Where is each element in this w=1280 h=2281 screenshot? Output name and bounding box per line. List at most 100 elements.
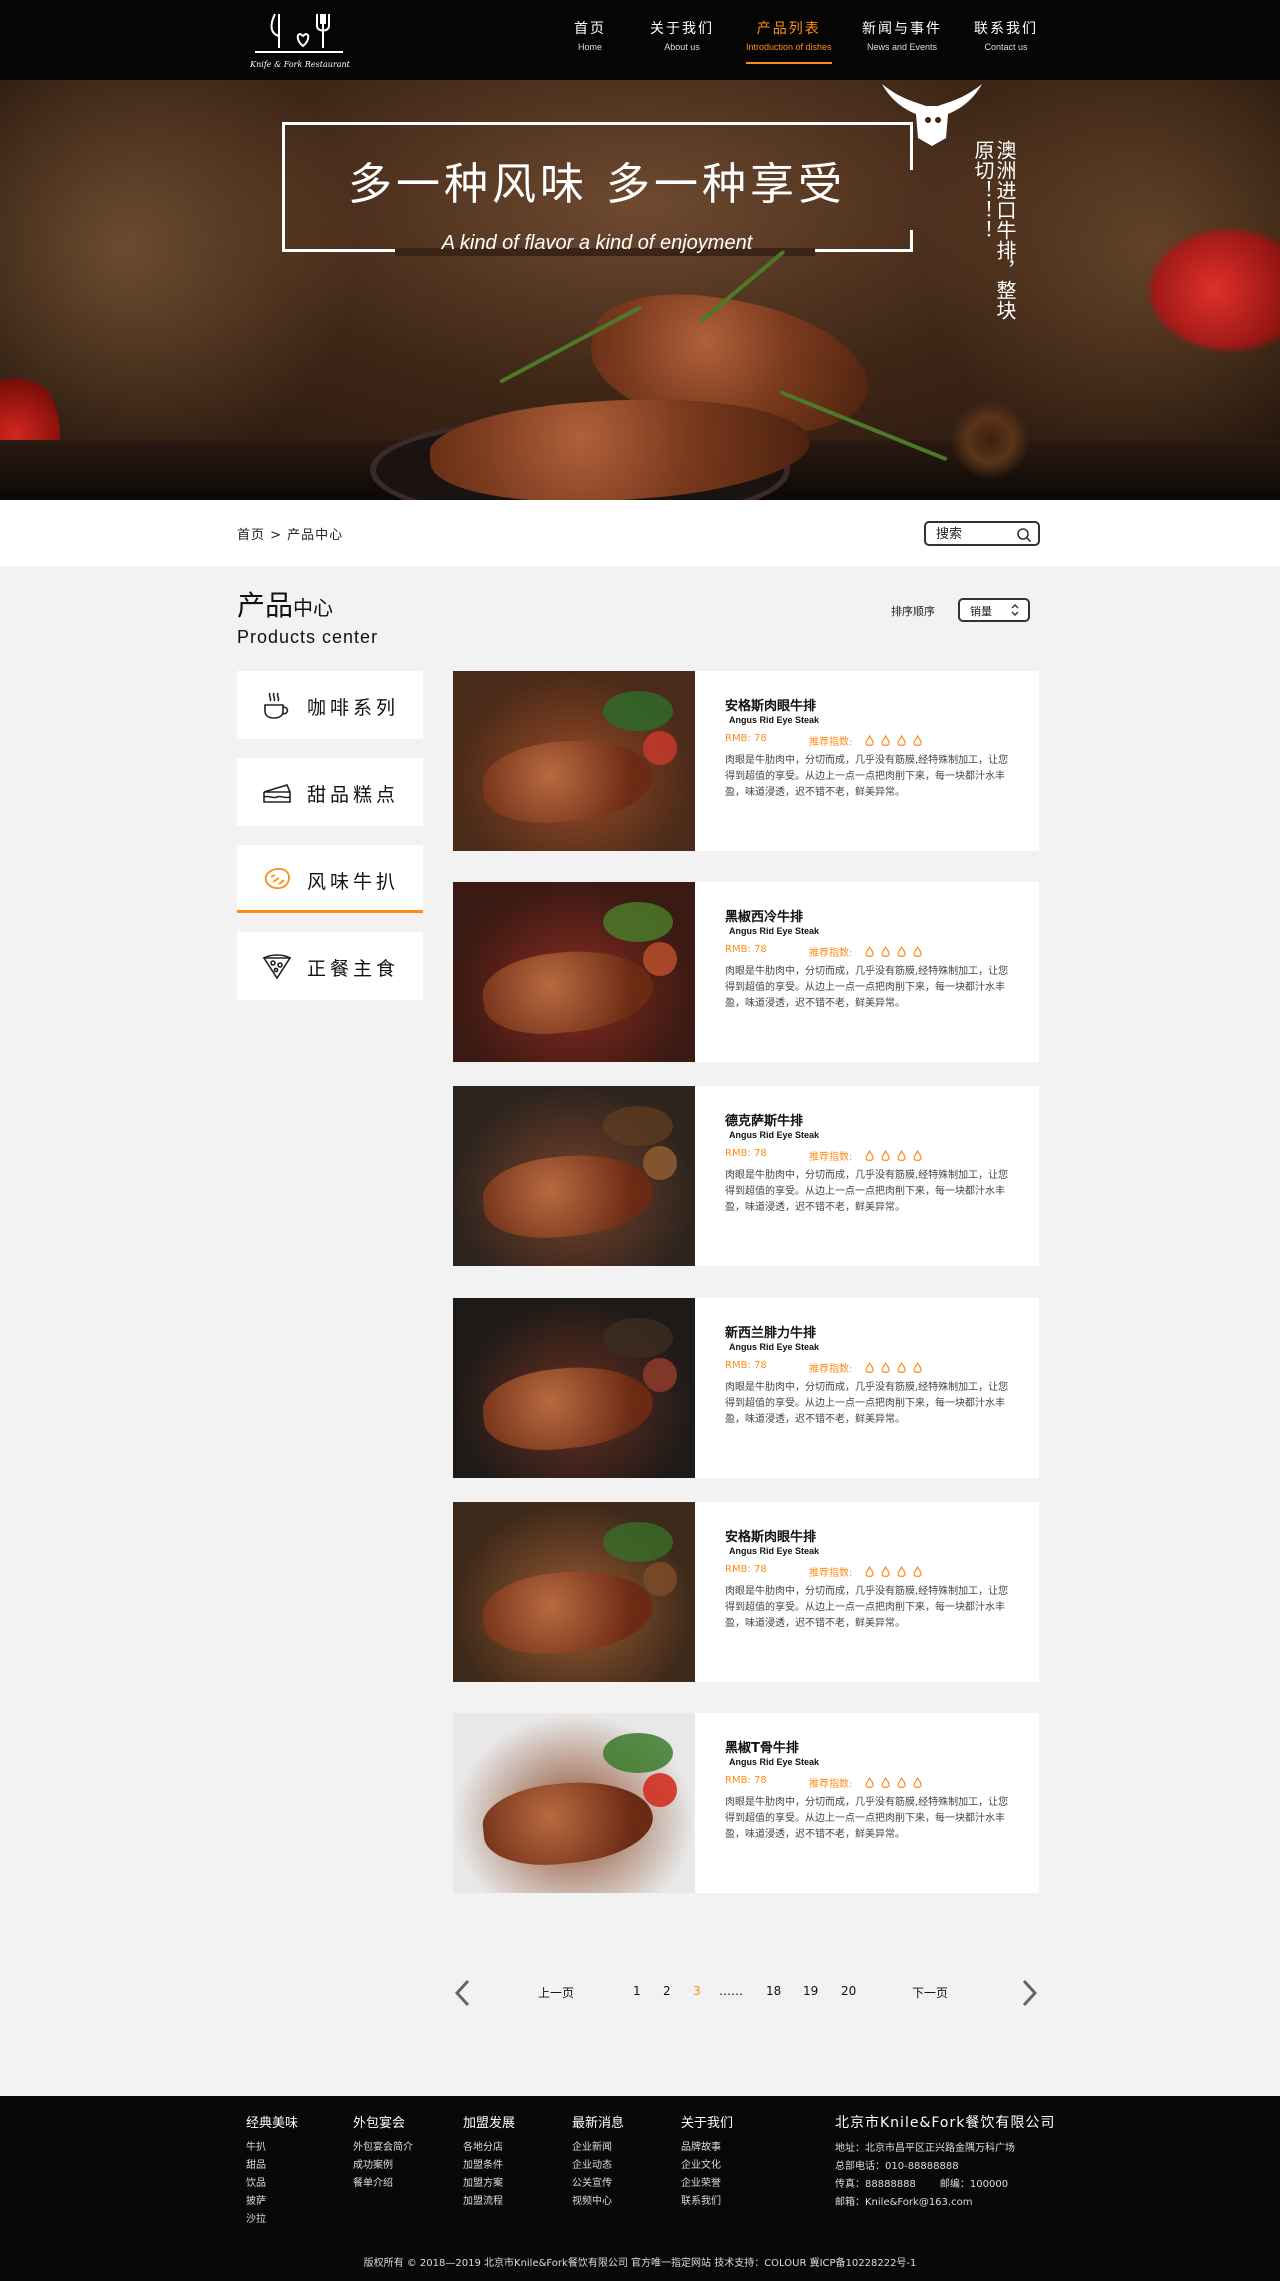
sort-value: 销量 <box>970 605 992 618</box>
product-card[interactable]: 德克萨斯牛排 Angus Rid Eye Steak RMB: 78 推荐指数: 肉眼是… <box>453 1086 1039 1266</box>
footer: 经典美味 牛扒 甜品 饮品 披萨 沙拉 外包宴会 外包宴会简介 成功案例 餐单介… <box>0 2096 1280 2281</box>
product-name-en: Angus Rid Eye Steak <box>729 1130 820 1140</box>
product-name[interactable]: 安格斯肉眼牛排 <box>725 695 816 714</box>
flame-icon <box>865 1566 874 1577</box>
sort-select[interactable]: 销量 <box>958 598 1030 622</box>
page-title: 产品中心 <box>237 584 333 624</box>
nav-home[interactable]: 首页 Home <box>574 18 606 52</box>
page-number[interactable]: 1 <box>633 1984 641 1998</box>
product-image[interactable] <box>453 882 695 1062</box>
page-number-current[interactable]: 3 <box>693 1984 701 1998</box>
steak-image <box>479 1774 657 1872</box>
page-number[interactable]: 19 <box>803 1984 818 1998</box>
sidebar-item-dessert[interactable]: 甜品糕点 <box>237 758 423 826</box>
tomato-image <box>643 1146 677 1180</box>
product-name[interactable]: 黑椒西冷牛排 <box>725 906 803 925</box>
recommend-label: 推荐指数: <box>809 1568 853 1579</box>
product-name-en: Angus Rid Eye Steak <box>729 926 820 936</box>
footer-link[interactable]: 牛扒 <box>246 2139 298 2157</box>
product-card[interactable]: 黑椒西冷牛排 Angus Rid Eye Steak RMB: 78 推荐指数: 肉眼是… <box>453 882 1039 1062</box>
recommend-rating <box>865 1563 929 1577</box>
flame-icon <box>897 1566 906 1577</box>
sidebar-item-main-course[interactable]: 正餐主食 <box>237 932 423 1000</box>
product-image[interactable] <box>453 1086 695 1266</box>
next-arrow-icon[interactable] <box>1019 1978 1039 2008</box>
sidebar-item-label: 咖啡系列 <box>307 697 400 719</box>
footer-link[interactable]: 加盟流程 <box>463 2193 515 2211</box>
product-description: 肉眼是牛肋肉中，分切而成，几乎没有筋膜,经特殊制加工，让您得到超值的享受。从边上… <box>725 1586 1009 1629</box>
nav-about[interactable]: 关于我们 About us <box>650 18 714 52</box>
footer-link[interactable]: 公关宣传 <box>572 2175 624 2193</box>
footer-link[interactable]: 饮品 <box>246 2175 298 2193</box>
footer-link[interactable]: 外包宴会简介 <box>353 2139 413 2157</box>
sidebar-item-steak[interactable]: 风味牛扒 <box>237 845 423 913</box>
hero-title: 多一种风味 多一种享受 <box>348 159 846 210</box>
search-input[interactable] <box>936 525 1008 543</box>
footer-link[interactable]: 成功案例 <box>353 2157 413 2175</box>
garnish-image <box>603 1522 673 1562</box>
flame-icon <box>913 735 922 746</box>
breadcrumb[interactable]: 首页 > 产品中心 <box>237 524 343 543</box>
footer-link[interactable]: 企业动态 <box>572 2157 624 2175</box>
footer-link[interactable]: 品牌故事 <box>681 2139 733 2157</box>
footer-link[interactable]: 联系我们 <box>681 2193 733 2211</box>
sort-label: 排序顺序 <box>891 605 935 618</box>
flame-icon <box>865 1362 874 1373</box>
flame-icon <box>881 1150 890 1161</box>
search-icon[interactable] <box>1016 527 1032 543</box>
logo[interactable]: Knife & Fork Restaurant <box>245 8 355 72</box>
footer-link[interactable]: 企业文化 <box>681 2157 733 2175</box>
next-page-button[interactable]: 下一页 <box>912 1984 948 2001</box>
flame-icon <box>881 1777 890 1788</box>
nav-products[interactable]: 产品列表 Introduction of dishes <box>746 18 832 64</box>
product-price: RMB: 78 <box>725 1564 767 1575</box>
product-card[interactable]: 新西兰腓力牛排 Angus Rid Eye Steak RMB: 78 推荐指数: 肉眼… <box>453 1298 1039 1478</box>
footer-link[interactable]: 企业新闻 <box>572 2139 624 2157</box>
coffee-icon <box>264 692 289 719</box>
flame-icon <box>897 1362 906 1373</box>
flame-icon <box>897 946 906 957</box>
sidebar-item-label: 风味牛扒 <box>307 871 400 893</box>
footer-column-heading: 加盟发展 <box>463 2116 516 2131</box>
product-image[interactable] <box>453 1502 695 1682</box>
product-name[interactable]: 黑椒T骨牛排 <box>725 1737 799 1756</box>
product-description: 肉眼是牛肋肉中，分切而成，几乎没有筋膜,经特殊制加工，让您得到超值的享受。从边上… <box>725 966 1009 1009</box>
product-description: 肉眼是牛肋肉中，分切而成，几乎没有筋膜,经特殊制加工，让您得到超值的享受。从边上… <box>725 1382 1009 1425</box>
product-image[interactable] <box>453 1298 695 1478</box>
product-name[interactable]: 德克萨斯牛排 <box>725 1110 803 1129</box>
sidebar-item-coffee[interactable]: 咖啡系列 <box>237 671 423 739</box>
product-name[interactable]: 安格斯肉眼牛排 <box>725 1526 816 1545</box>
product-price: RMB: 78 <box>725 944 767 955</box>
product-price: RMB: 78 <box>725 1775 767 1786</box>
footer-link[interactable]: 沙拉 <box>246 2211 298 2229</box>
footer-link[interactable]: 加盟条件 <box>463 2157 515 2175</box>
page-number[interactable]: 2 <box>663 1984 671 1998</box>
tomato-image <box>643 1773 677 1807</box>
nav-contact[interactable]: 联系我们 Contact us <box>974 18 1038 52</box>
nav-label: 联系我们 <box>974 21 1038 37</box>
prev-arrow-icon[interactable] <box>453 1978 473 2008</box>
prev-page-button[interactable]: 上一页 <box>538 1984 574 2001</box>
product-card[interactable]: 安格斯肉眼牛排 Angus Rid Eye Steak RMB: 78 推荐指数: 肉眼… <box>453 1502 1039 1682</box>
product-name[interactable]: 新西兰腓力牛排 <box>725 1322 816 1341</box>
footer-link[interactable]: 视频中心 <box>572 2193 624 2211</box>
product-name-en: Angus Rid Eye Steak <box>729 1546 820 1556</box>
footer-link[interactable]: 餐单介绍 <box>353 2175 413 2193</box>
company-phone: 总部电话：010-88888888 <box>835 2161 959 2172</box>
product-card[interactable]: 黑椒T骨牛排 Angus Rid Eye Steak RMB: 78 推荐指数: 肉眼是… <box>453 1713 1039 1893</box>
product-image[interactable] <box>453 671 695 851</box>
footer-column: 外包宴会 外包宴会简介 成功案例 餐单介绍 <box>353 2112 413 2193</box>
product-card[interactable]: 安格斯肉眼牛排 Angus Rid Eye Steak RMB: 78 推荐指数: 肉眼… <box>453 671 1039 851</box>
footer-link[interactable]: 披萨 <box>246 2193 298 2211</box>
footer-link[interactable]: 各地分店 <box>463 2139 515 2157</box>
product-image[interactable] <box>453 1713 695 1893</box>
tomato-image <box>643 731 677 765</box>
footer-link[interactable]: 甜品 <box>246 2157 298 2175</box>
page-number[interactable]: 18 <box>766 1984 781 1998</box>
product-name-en: Angus Rid Eye Steak <box>729 1342 820 1352</box>
flame-icon <box>913 1777 922 1788</box>
footer-link[interactable]: 加盟方案 <box>463 2175 515 2193</box>
nav-news[interactable]: 新闻与事件 News and Events <box>862 18 942 52</box>
page-number[interactable]: 20 <box>841 1984 856 1998</box>
footer-link[interactable]: 企业荣誉 <box>681 2175 733 2193</box>
